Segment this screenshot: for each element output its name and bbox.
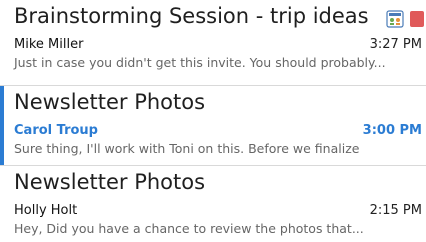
message-time: 2:15 PM xyxy=(369,203,422,218)
message-item[interactable]: Brainstorming Session - trip ideas Mike … xyxy=(0,0,426,86)
flag-icon[interactable] xyxy=(410,11,424,27)
message-item[interactable]: Newsletter Photos Holly Holt 2:15 PM Hey… xyxy=(0,166,426,242)
message-preview: Sure thing, I'll work with Toni on this.… xyxy=(14,141,360,156)
message-sender: Carol Troup xyxy=(14,123,98,138)
message-sender: Holly Holt xyxy=(14,203,78,218)
message-sender: Mike Miller xyxy=(14,37,84,52)
meeting-icon xyxy=(386,10,404,28)
message-list: Brainstorming Session - trip ideas Mike … xyxy=(0,0,426,242)
message-time: 3:00 PM xyxy=(362,123,422,138)
message-subject: Newsletter Photos xyxy=(14,170,206,194)
message-preview: Hey, Did you have a chance to review the… xyxy=(14,221,364,236)
message-time: 3:27 PM xyxy=(369,37,422,52)
message-subject: Brainstorming Session - trip ideas xyxy=(14,4,369,28)
message-icons xyxy=(386,10,426,30)
message-preview: Just in case you didn't get this invite.… xyxy=(14,55,386,70)
message-item[interactable]: Newsletter Photos Carol Troup 3:00 PM Su… xyxy=(0,86,426,166)
message-subject: Newsletter Photos xyxy=(14,90,206,114)
